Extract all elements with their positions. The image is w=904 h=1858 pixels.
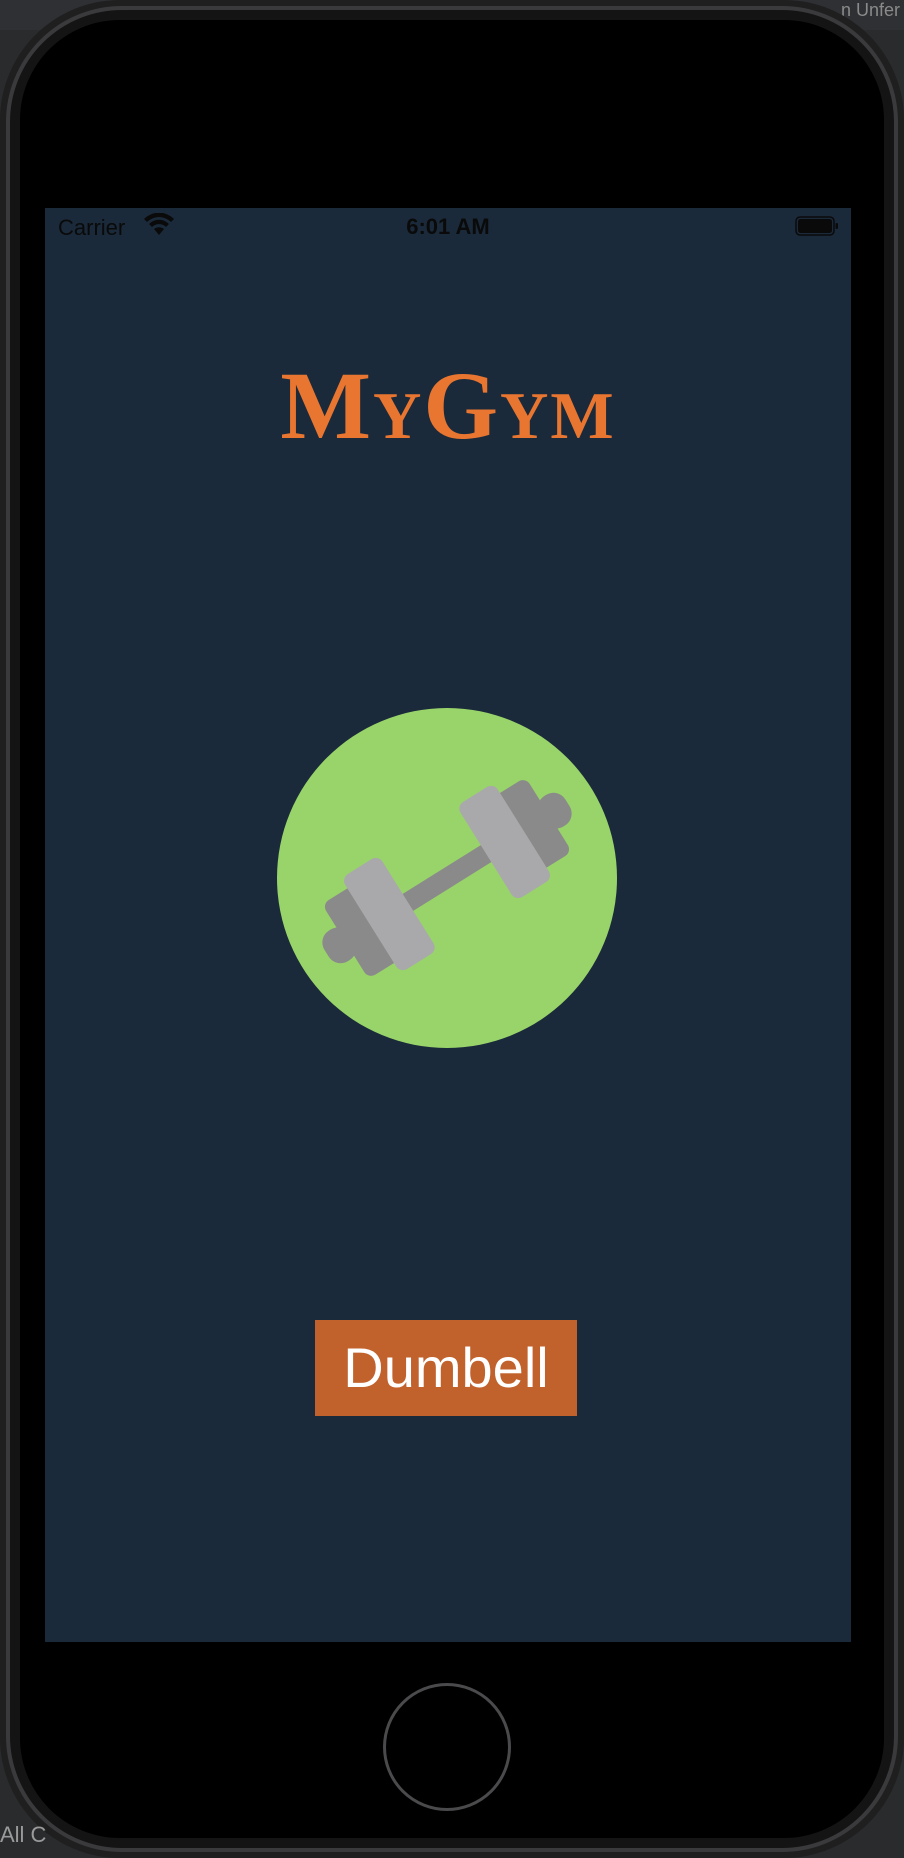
phone-frame: Carrier 6:01 AM MyGym Dumbell <box>0 0 904 1858</box>
app-screen: Carrier 6:01 AM MyGym Dumbell <box>45 208 851 1642</box>
app-title: MyGym <box>280 352 616 459</box>
ide-bottom-text: All C <box>0 1822 47 1847</box>
status-bar: Carrier 6:01 AM <box>45 208 851 248</box>
simulator-window: n Unfer Carrier 6:01 AM MyGym Dumbell Al… <box>0 0 904 1858</box>
home-button[interactable] <box>383 1683 511 1811</box>
ide-corner-text: n Unfer <box>840 0 900 20</box>
dumbell-button[interactable]: Dumbell <box>315 1320 577 1416</box>
status-time: 6:01 AM <box>406 214 490 239</box>
dumbbell-icon <box>277 708 617 1048</box>
battery-icon <box>795 216 838 236</box>
